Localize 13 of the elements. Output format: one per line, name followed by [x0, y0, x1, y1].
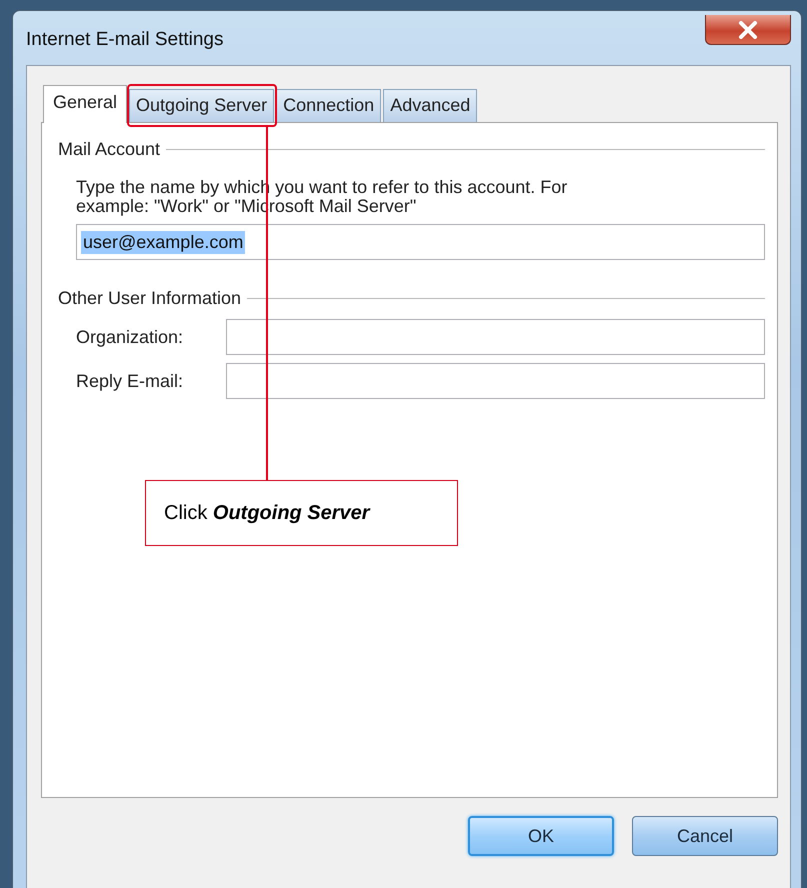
tab[interactable]: Connection	[276, 89, 382, 122]
dialog-button[interactable]: Cancel	[632, 816, 778, 856]
dialog-button[interactable]: OK	[468, 816, 614, 856]
tab[interactable]: Outgoing Server	[129, 89, 274, 122]
field-label: Reply E-mail:	[76, 370, 184, 392]
tab[interactable]: General	[43, 85, 128, 123]
account-name-field[interactable]: user@example.com	[76, 224, 765, 260]
window-title: Internet E-mail Settings	[26, 29, 224, 51]
tab[interactable]: Advanced	[383, 89, 478, 122]
callout-box: Click Outgoing Server	[145, 480, 458, 546]
group-heading: Mail Account	[58, 139, 160, 160]
field-label: Organization:	[76, 326, 184, 348]
group-heading: Other User Information	[58, 288, 242, 309]
